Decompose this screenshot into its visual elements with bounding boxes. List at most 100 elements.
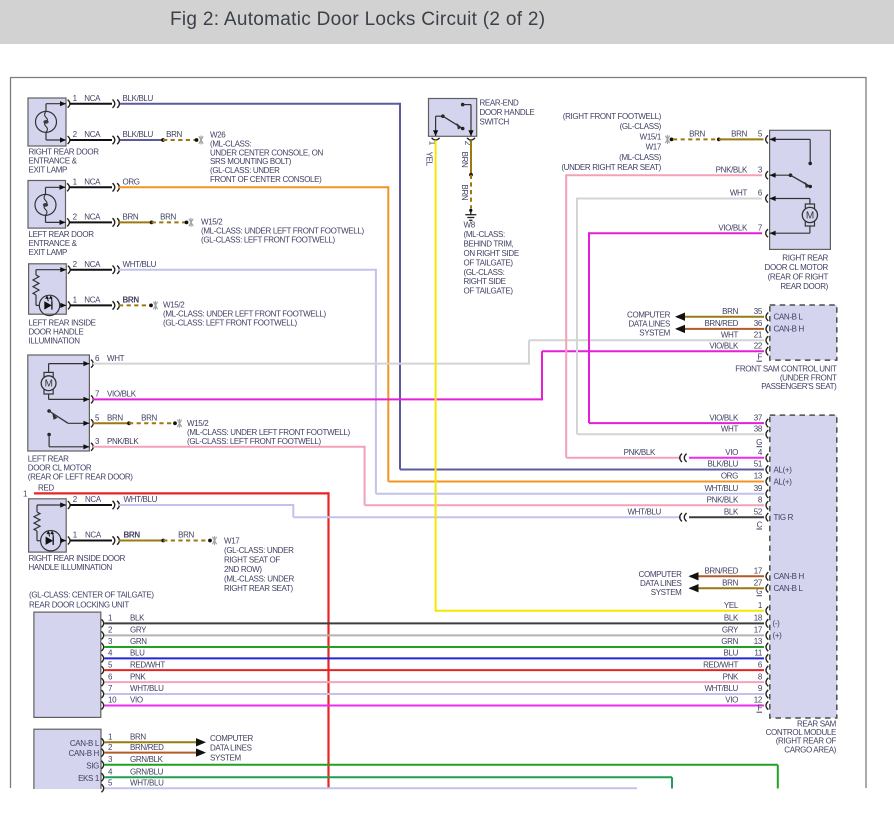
svg-text:WHT: WHT (721, 331, 739, 340)
svg-text:17: 17 (754, 626, 763, 635)
svg-text:ILLUMINATION: ILLUMINATION (29, 337, 81, 346)
svg-text:EXIT LAMP: EXIT LAMP (29, 248, 68, 257)
svg-text:2: 2 (108, 626, 113, 635)
svg-text:BLK: BLK (724, 507, 739, 516)
svg-text:PNK: PNK (130, 672, 146, 681)
svg-text:13: 13 (754, 472, 763, 481)
svg-text:(GL-CLASS: UNDER: (GL-CLASS: UNDER (224, 546, 294, 555)
svg-text:(ML-CLASS:: (ML-CLASS: (210, 139, 252, 148)
svg-text:8: 8 (758, 496, 763, 505)
svg-text:3: 3 (95, 437, 100, 446)
svg-text:UNDER CENTER CONSOLE, ON: UNDER CENTER CONSOLE, ON (210, 148, 324, 157)
svg-text:WHT: WHT (107, 354, 125, 363)
svg-text:EXIT LAMP: EXIT LAMP (29, 166, 68, 175)
svg-text:BRN: BRN (178, 531, 194, 540)
svg-text:W26: W26 (210, 131, 226, 140)
svg-text:G: G (756, 438, 762, 447)
svg-text:22: 22 (754, 341, 763, 350)
svg-text:NCA: NCA (84, 260, 101, 269)
svg-text:RIGHT REAR INSIDE DOOR: RIGHT REAR INSIDE DOOR (29, 554, 126, 563)
svg-text:(GL-CLASS: UNDER: (GL-CLASS: UNDER (210, 166, 280, 175)
svg-text:VIO: VIO (725, 448, 738, 457)
svg-text:YEL: YEL (425, 152, 434, 167)
svg-text:WHT/BLU: WHT/BLU (704, 484, 738, 493)
svg-text:(ML-CLASS): (ML-CLASS) (619, 153, 662, 162)
svg-text:18: 18 (754, 614, 763, 623)
svg-text:BRN: BRN (130, 733, 146, 742)
svg-text:GRN/BLK: GRN/BLK (130, 755, 164, 764)
svg-text:BRN: BRN (141, 414, 157, 423)
svg-text:BRN: BRN (123, 296, 140, 305)
svg-text:GRN/BLU: GRN/BLU (130, 767, 164, 776)
svg-text:(REAR OF LEFT REAR DOOR): (REAR OF LEFT REAR DOOR) (28, 473, 133, 482)
svg-text:SYSTEM: SYSTEM (651, 588, 682, 597)
svg-text:11: 11 (754, 649, 763, 658)
svg-text:CAN-B L: CAN-B L (774, 313, 804, 322)
svg-text:2: 2 (73, 260, 78, 269)
svg-text:51: 51 (754, 460, 763, 469)
svg-text:(RIGHT FRONT FOOTWELL): (RIGHT FRONT FOOTWELL) (563, 112, 662, 121)
svg-text:BRN: BRN (722, 578, 738, 587)
svg-text:W8: W8 (464, 221, 476, 230)
svg-text:(ML-CLASS: UNDER: (ML-CLASS: UNDER (224, 574, 295, 583)
svg-text:(UNDER FRONT: (UNDER FRONT (780, 373, 837, 382)
svg-text:WHT/BLU: WHT/BLU (124, 495, 158, 504)
svg-text:1: 1 (23, 490, 28, 499)
svg-text:WHT/BLU: WHT/BLU (130, 684, 164, 693)
svg-text:(ML-CLASS: UNDER LEFT FRONT FO: (ML-CLASS: UNDER LEFT FRONT FOOTWELL) (187, 428, 350, 437)
svg-text:BLK: BLK (724, 614, 739, 623)
svg-text:BRN: BRN (722, 307, 738, 316)
svg-text:3: 3 (108, 637, 113, 646)
svg-text:37: 37 (754, 413, 763, 422)
svg-text:BEHIND TRIM,: BEHIND TRIM, (464, 239, 514, 248)
svg-text:ORG: ORG (721, 472, 738, 481)
svg-text:(UNDER RIGHT REAR SEAT): (UNDER RIGHT REAR SEAT) (561, 163, 661, 172)
svg-text:17: 17 (754, 567, 763, 576)
svg-text:VIO/BLK: VIO/BLK (107, 390, 137, 399)
svg-text:(ML-CLASS: UNDER LEFT FRONT FO: (ML-CLASS: UNDER LEFT FRONT FOOTWELL) (201, 226, 364, 235)
svg-text:1: 1 (108, 733, 113, 742)
svg-text:BLK: BLK (130, 614, 145, 623)
svg-text:NCA: NCA (85, 531, 102, 540)
svg-text:(GL-CLASS: LEFT FRONT FOOTWELL: (GL-CLASS: LEFT FRONT FOOTWELL) (163, 318, 297, 327)
svg-text:W17: W17 (224, 536, 240, 545)
svg-text:SYSTEM: SYSTEM (639, 329, 670, 338)
svg-text:NCA: NCA (85, 495, 102, 504)
svg-text:BRN: BRN (731, 130, 747, 139)
svg-text:1: 1 (758, 601, 763, 610)
svg-text:7: 7 (108, 684, 113, 693)
svg-text:(REAR OF RIGHT: (REAR OF RIGHT (768, 272, 829, 281)
svg-text:(GL-CLASS:: (GL-CLASS: (464, 268, 505, 277)
svg-text:4: 4 (108, 649, 113, 658)
svg-text:OF TAILGATE): OF TAILGATE) (464, 287, 514, 296)
svg-text:FRONT SAM CONTROL UNIT: FRONT SAM CONTROL UNIT (735, 365, 837, 374)
svg-text:AL(+): AL(+) (774, 465, 793, 474)
svg-text:CAN-B H: CAN-B H (774, 325, 805, 334)
svg-text:PNK/BLK: PNK/BLK (107, 437, 139, 446)
svg-text:21: 21 (754, 331, 763, 340)
svg-text:C: C (757, 520, 763, 529)
svg-text:BRN: BRN (123, 213, 139, 222)
svg-text:(GL-CLASS): (GL-CLASS) (620, 122, 662, 131)
svg-text:LEFT REAR: LEFT REAR (28, 455, 69, 464)
svg-text:DOOR HANDLE: DOOR HANDLE (29, 328, 84, 337)
svg-text:WHT: WHT (730, 189, 748, 198)
svg-text:DOOR CL MOTOR: DOOR CL MOTOR (765, 263, 829, 272)
svg-text:PNK/BLK: PNK/BLK (716, 165, 748, 174)
svg-text:DATA LINES: DATA LINES (210, 744, 252, 753)
svg-text:SIG: SIG (86, 761, 99, 770)
svg-text:1: 1 (73, 94, 78, 103)
svg-text:LEFT REAR DOOR: LEFT REAR DOOR (29, 230, 95, 239)
svg-text:PNK/BLK: PNK/BLK (707, 496, 739, 505)
svg-text:ON RIGHT SIDE: ON RIGHT SIDE (464, 249, 519, 258)
svg-text:VIO: VIO (130, 696, 143, 705)
svg-text:36: 36 (754, 319, 763, 328)
svg-text:SRS MOUNTING BOLT): SRS MOUNTING BOLT) (210, 157, 292, 166)
svg-text:5: 5 (95, 414, 100, 423)
svg-text:BRN/RED: BRN/RED (130, 743, 164, 752)
svg-text:BRN: BRN (124, 531, 141, 540)
svg-text:COMPUTER: COMPUTER (627, 311, 671, 320)
svg-text:RIGHT REAR DOOR: RIGHT REAR DOOR (29, 148, 100, 157)
svg-text:SWITCH: SWITCH (480, 118, 510, 127)
svg-text:BRN: BRN (166, 130, 182, 139)
